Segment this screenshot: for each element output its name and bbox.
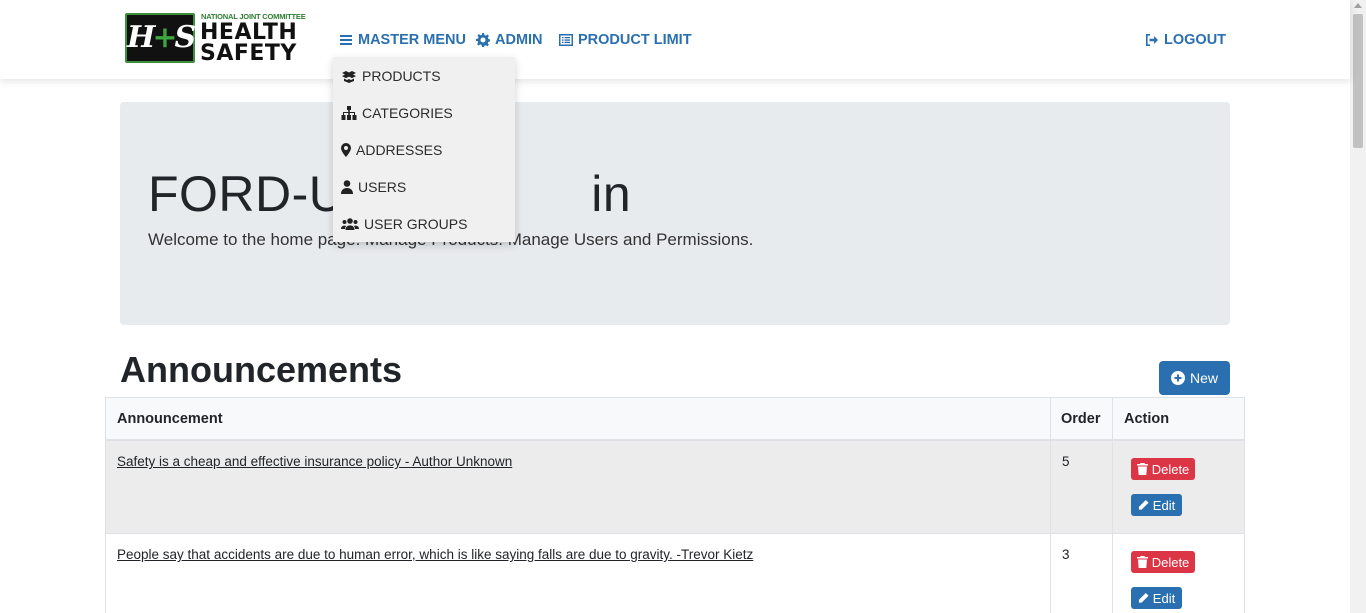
master-menu-dropdown: PRODUCTS CATEGORIES ADDRESSES USERS USER… [333, 57, 515, 242]
nav-admin-label: ADMIN [495, 32, 543, 48]
nav-product-limit[interactable]: PRODUCT LIMIT [559, 30, 692, 50]
edit-button[interactable]: Edit [1131, 587, 1182, 609]
delete-button[interactable]: Delete [1131, 458, 1195, 480]
nav-product-limit-label: PRODUCT LIMIT [578, 32, 692, 48]
trash-icon [1136, 463, 1148, 475]
vertical-scrollbar[interactable] [1350, 0, 1366, 613]
jumbotron: FORD-UAin Welcome to the home page. Mana… [120, 102, 1230, 325]
dropdown-item-label: CATEGORIES [362, 105, 453, 121]
page: H+S NATIONAL JOINT COMMITTEE HEALTH SAFE… [0, 0, 1366, 613]
gear-icon [476, 33, 490, 47]
dropdown-item-label: PRODUCTS [362, 68, 441, 84]
logo-safety-text: SAFETY [200, 41, 297, 66]
dropdown-item-label: USER GROUPS [364, 216, 468, 232]
sign-out-icon [1146, 34, 1158, 46]
table-header: Announcement Order Action [105, 397, 1245, 441]
dropdown-item-label: ADDRESSES [356, 142, 443, 158]
edit-button[interactable]: Edit [1131, 494, 1182, 516]
delete-button-label: Delete [1151, 554, 1190, 570]
new-announcement-button[interactable]: New [1159, 361, 1230, 395]
dropdown-item-users[interactable]: USERS [341, 176, 406, 198]
announcement-link[interactable]: Safety is a cheap and effective insuranc… [117, 454, 512, 469]
delete-button[interactable]: Delete [1131, 551, 1195, 573]
scroll-up-arrow-icon[interactable] [1354, 3, 1362, 8]
column-header-action: Action [1124, 411, 1170, 427]
users-icon [341, 218, 359, 230]
column-divider [1050, 441, 1051, 534]
navbar: H+S NATIONAL JOINT COMMITTEE HEALTH SAFE… [0, 0, 1350, 79]
column-header-order: Order [1061, 411, 1101, 427]
column-divider [1112, 398, 1113, 440]
logo-mark: H+S [125, 13, 196, 63]
dropdown-item-products[interactable]: PRODUCTS [341, 65, 441, 87]
nav-logout-label: LOGOUT [1164, 32, 1227, 48]
column-divider [1112, 441, 1113, 534]
list-alt-icon [559, 34, 573, 46]
logo[interactable]: H+S NATIONAL JOINT COMMITTEE HEALTH SAFE… [125, 12, 315, 66]
trash-icon [1136, 556, 1148, 568]
edit-button-label: Edit [1152, 497, 1176, 513]
announcements-title: Announcements [120, 349, 403, 390]
nav-logout[interactable]: LOGOUT [1145, 30, 1226, 50]
nav-master-menu-label: MASTER MENU [358, 32, 466, 48]
column-header-announcement: Announcement [117, 411, 223, 427]
announcement-order: 5 [1062, 454, 1070, 469]
boxes-icon [342, 71, 356, 83]
dropdown-item-label: USERS [358, 179, 407, 195]
nav-master-menu[interactable]: MASTER MENU [339, 30, 466, 50]
pencil-icon [1137, 499, 1149, 511]
dropdown-item-categories[interactable]: CATEGORIES [341, 102, 453, 124]
map-marker-icon [341, 143, 351, 157]
announcement-order: 3 [1062, 547, 1070, 562]
column-divider [1050, 398, 1051, 440]
dropdown-item-user-groups[interactable]: USER GROUPS [341, 213, 467, 235]
table-row: People say that accidents are due to hum… [105, 534, 1245, 613]
edit-button-label: Edit [1152, 590, 1176, 606]
nav-admin[interactable]: ADMIN [476, 30, 543, 50]
dropdown-item-addresses[interactable]: ADDRESSES [341, 139, 442, 161]
user-icon [341, 180, 353, 194]
column-divider [1050, 534, 1051, 613]
scrollbar-thumb[interactable] [1353, 14, 1363, 148]
announcement-link[interactable]: People say that accidents are due to hum… [117, 547, 753, 562]
plus-circle-icon [1170, 371, 1185, 385]
delete-button-label: Delete [1151, 461, 1190, 477]
column-divider [1112, 534, 1113, 613]
bars-icon [340, 35, 352, 45]
new-button-label: New [1189, 370, 1218, 386]
pencil-icon [1137, 592, 1149, 604]
table-row: Safety is a cheap and effective insuranc… [105, 441, 1245, 534]
sitemap-icon [341, 106, 357, 120]
